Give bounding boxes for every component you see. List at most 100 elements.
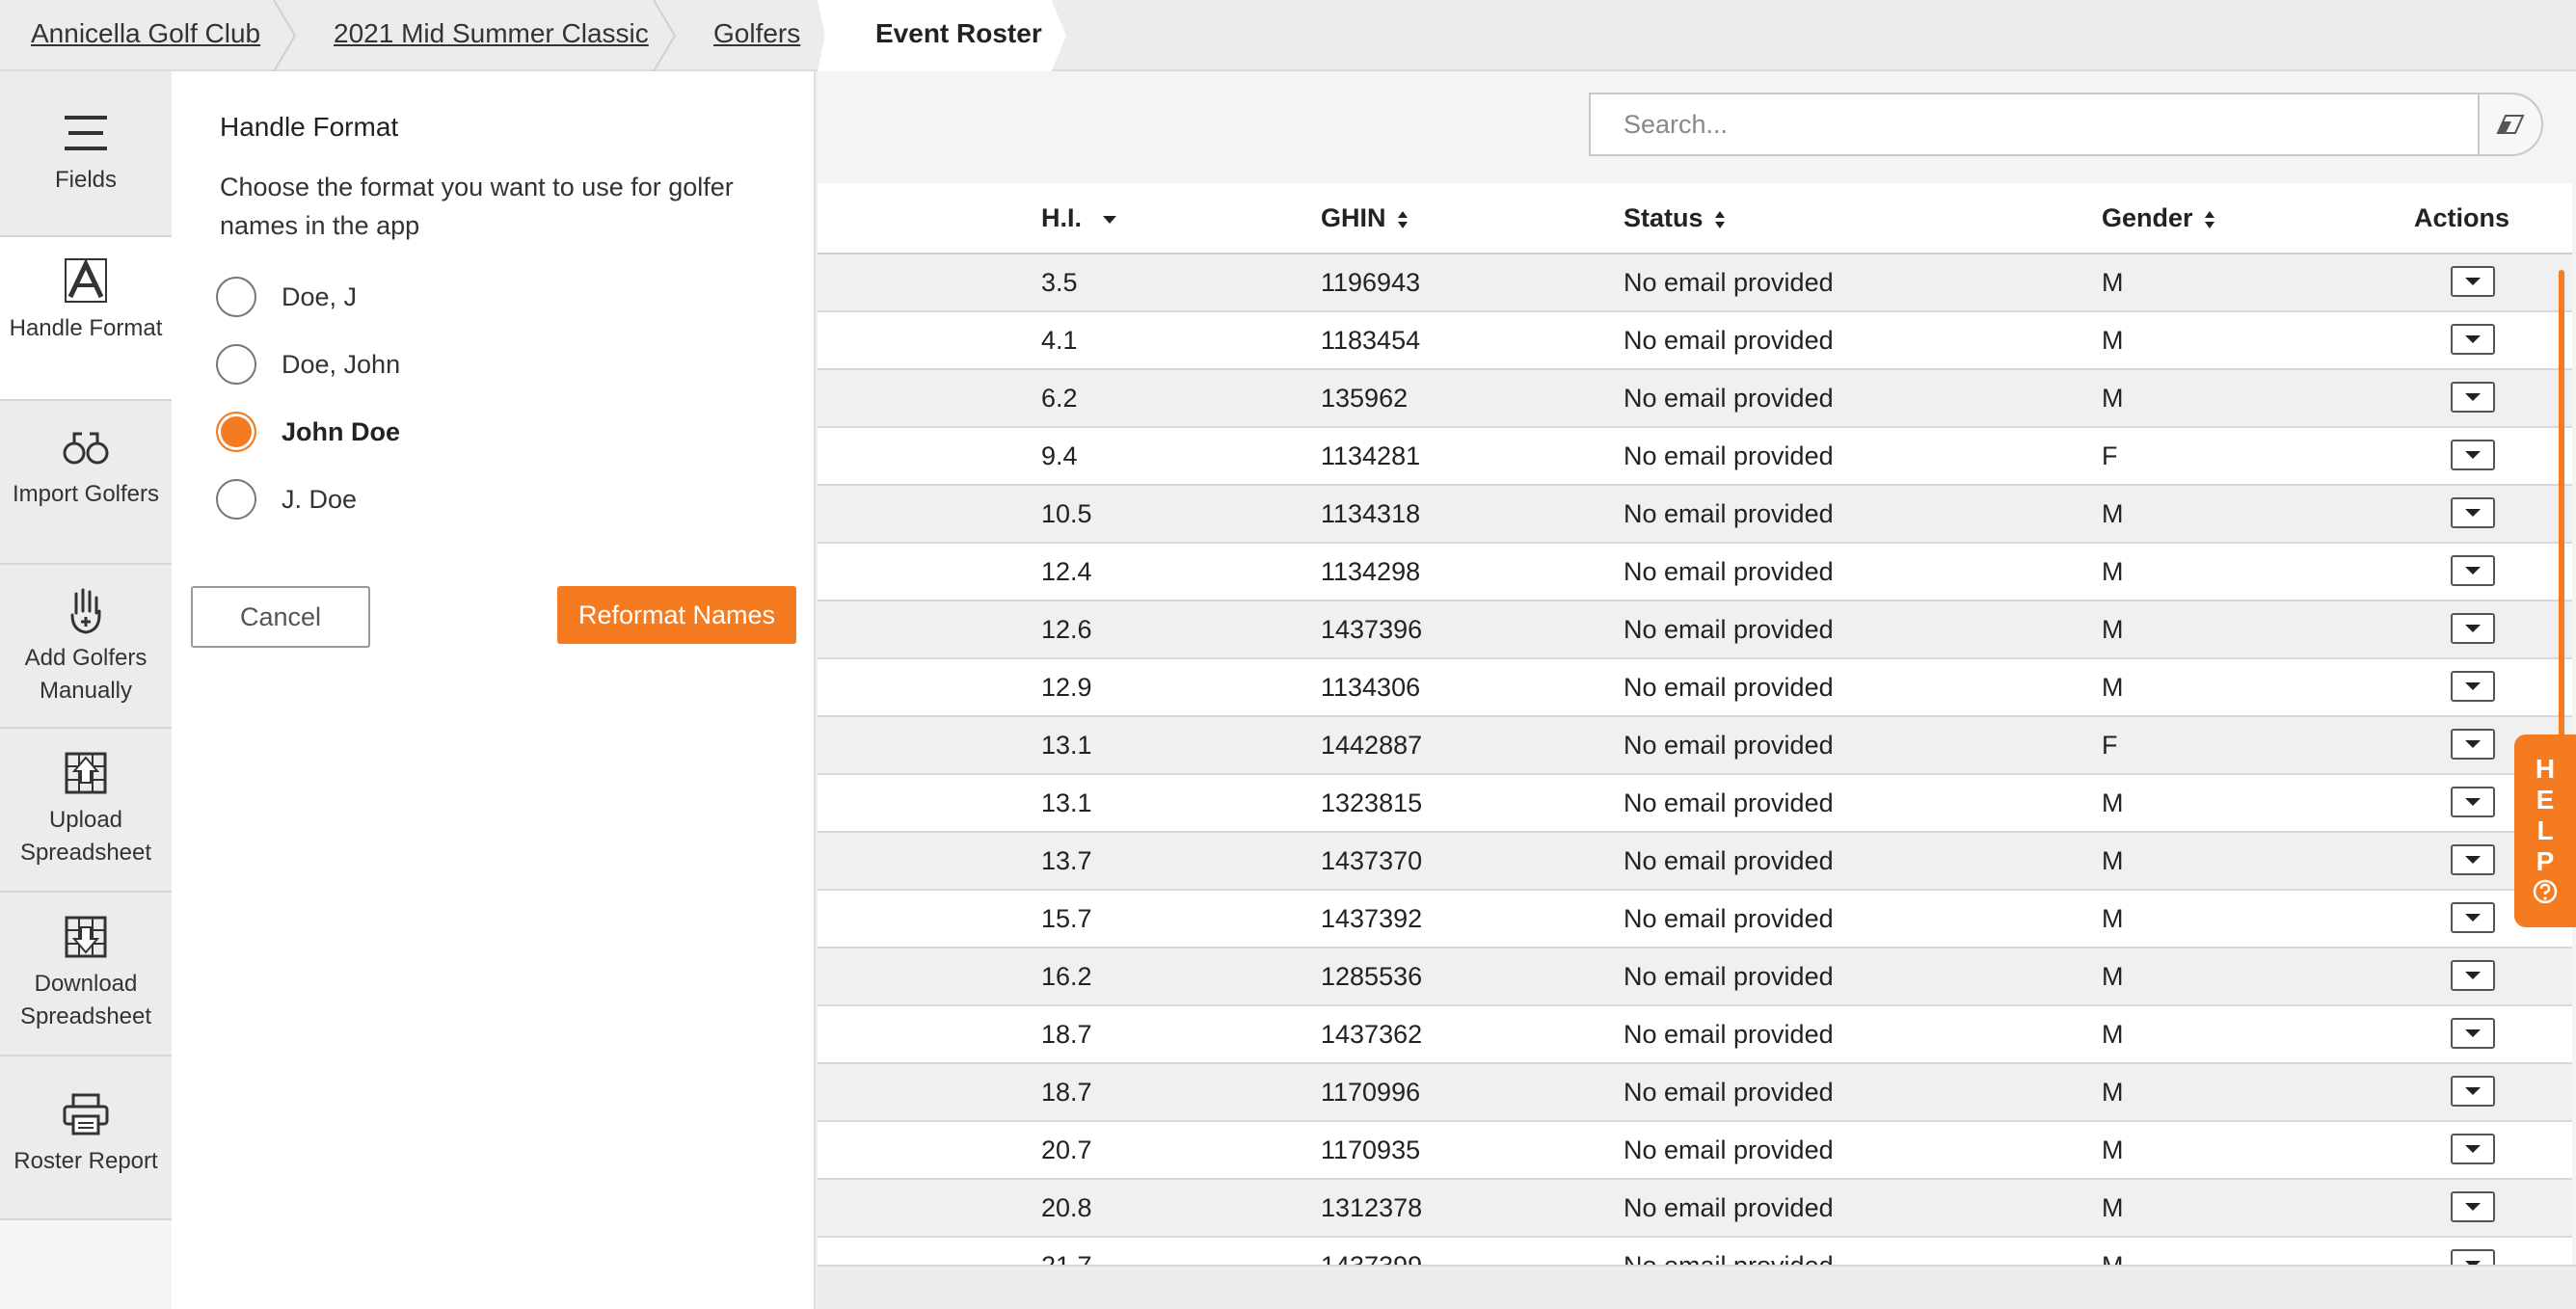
panel-title: Handle Format: [220, 112, 399, 142]
cell-gender: M: [2102, 962, 2124, 991]
cell-status: No email provided: [1623, 731, 1834, 760]
row-actions-dropdown[interactable]: [2451, 671, 2495, 702]
row-actions-dropdown[interactable]: [2451, 440, 2495, 470]
caret-down-icon: [2465, 451, 2481, 459]
cell-gender: M: [2102, 1193, 2124, 1222]
cell-status: No email provided: [1623, 1135, 1834, 1164]
row-actions-dropdown[interactable]: [2451, 1076, 2495, 1107]
sort-both-icon: [2205, 210, 2215, 228]
sidebar-item-handle-format[interactable]: Handle Format: [0, 237, 172, 401]
format-option-j-doe[interactable]: J. Doe: [216, 478, 357, 521]
sidebar-item-label: Roster Report: [13, 1148, 158, 1174]
sidebar-item-roster-report[interactable]: Roster Report: [0, 1056, 172, 1220]
caret-down-icon: [2465, 1145, 2481, 1153]
column-header-gender[interactable]: Gender: [2102, 183, 2215, 253]
column-header-ghin[interactable]: GHIN: [1321, 183, 1409, 253]
cell-status: No email provided: [1623, 1020, 1834, 1049]
caret-down-icon: [2465, 682, 2481, 690]
sidebar-item-label: Upload Spreadsheet: [19, 807, 152, 866]
table-row: 12.6 1437396 No email provided M: [818, 601, 2572, 659]
help-tab[interactable]: H E L P: [2514, 735, 2576, 927]
breadcrumb-event-link[interactable]: 2021 Mid Summer Classic: [334, 0, 649, 69]
sidebar-item-download-spreadsheet[interactable]: Download Spreadsheet: [0, 893, 172, 1056]
caret-down-icon: [2465, 625, 2481, 632]
caret-down-icon: [2465, 798, 2481, 806]
format-option-john-doe[interactable]: John Doe: [216, 411, 400, 453]
radio-button[interactable]: [216, 277, 256, 317]
cell-hi: 13.1: [1041, 731, 1092, 760]
cell-gender: M: [2102, 1020, 2124, 1049]
table-row: 13.7 1437370 No email provided M: [818, 833, 2572, 891]
panel-description: Choose the format you want to use for go…: [220, 173, 734, 240]
cell-hi: 12.9: [1041, 673, 1092, 702]
roster-main: H.I. GHIN Status Gender Actions 3.5 11969…: [818, 71, 2576, 1309]
search-input[interactable]: [1589, 93, 2480, 156]
caret-down-icon: [2465, 1029, 2481, 1037]
breadcrumb-current: Event Roster: [875, 18, 1042, 48]
caret-down-icon: [2465, 567, 2481, 574]
sort-both-icon: [1715, 210, 1726, 228]
cell-hi: 16.2: [1041, 962, 1092, 991]
cell-hi: 20.8: [1041, 1193, 1092, 1222]
table-row: 12.9 1134306 No email provided M: [818, 659, 2572, 717]
cancel-button[interactable]: Cancel: [191, 586, 370, 648]
cell-gender: M: [2102, 1078, 2124, 1107]
column-label: Status: [1623, 203, 1704, 232]
row-actions-dropdown[interactable]: [2451, 1191, 2495, 1222]
row-actions-dropdown[interactable]: [2451, 844, 2495, 875]
radio-button-selected[interactable]: [216, 412, 256, 452]
row-actions-dropdown[interactable]: [2451, 555, 2495, 586]
cell-hi: 9.4: [1041, 441, 1078, 470]
row-actions-dropdown[interactable]: [2451, 787, 2495, 817]
cell-status: No email provided: [1623, 326, 1834, 355]
menu-icon: [65, 116, 107, 150]
radio-button[interactable]: [216, 344, 256, 385]
radio-label: Doe, J: [282, 281, 358, 311]
eraser-icon: [2496, 115, 2525, 134]
breadcrumb-separator: [653, 0, 677, 71]
cell-ghin: 1183454: [1321, 326, 1421, 355]
table-header: H.I. GHIN Status Gender Actions: [818, 183, 2572, 254]
row-actions-dropdown[interactable]: [2451, 902, 2495, 933]
sidebar-item-upload-spreadsheet[interactable]: Upload Spreadsheet: [0, 729, 172, 893]
row-actions-dropdown[interactable]: [2451, 324, 2495, 355]
cell-status: No email provided: [1623, 615, 1834, 644]
reformat-names-button[interactable]: Reformat Names: [557, 586, 796, 644]
row-actions-dropdown[interactable]: [2451, 266, 2495, 297]
sidebar-item-add-golfers-manually[interactable]: Add Golfers Manually: [0, 565, 172, 729]
radio-label: J. Doe: [282, 484, 358, 514]
cell-ghin: 1196943: [1321, 268, 1421, 297]
row-actions-dropdown[interactable]: [2451, 613, 2495, 644]
cell-status: No email provided: [1623, 384, 1834, 413]
row-actions-dropdown[interactable]: [2451, 1018, 2495, 1049]
caret-down-icon: [2465, 740, 2481, 748]
cell-gender: M: [2102, 788, 2124, 817]
cell-hi: 4.1: [1041, 326, 1078, 355]
row-actions-dropdown[interactable]: [2451, 497, 2495, 528]
breadcrumb-golfers-link[interactable]: Golfers: [713, 0, 800, 69]
table-row: 13.1 1442887 No email provided F: [818, 717, 2572, 775]
column-header-status[interactable]: Status: [1623, 183, 1726, 253]
search-bar: [1589, 93, 2543, 156]
row-actions-dropdown[interactable]: [2451, 382, 2495, 413]
caret-down-icon: [2465, 972, 2481, 979]
column-label: H.I.: [1041, 203, 1083, 232]
cell-status: No email provided: [1623, 268, 1834, 297]
row-actions-dropdown[interactable]: [2451, 960, 2495, 991]
sidebar-item-fields[interactable]: Fields: [0, 71, 172, 237]
radio-button[interactable]: [216, 479, 256, 520]
format-option-doe-john[interactable]: Doe, John: [216, 343, 400, 386]
cell-status: No email provided: [1623, 441, 1834, 470]
sidebar-item-import-golfers[interactable]: Import Golfers: [0, 401, 172, 565]
breadcrumb-club-link[interactable]: Annicella Golf Club: [31, 0, 260, 69]
caret-down-icon: [2465, 509, 2481, 517]
import-golfers-icon: [63, 432, 109, 465]
clear-search-button[interactable]: [2478, 93, 2543, 156]
cell-gender: M: [2102, 499, 2124, 528]
row-actions-dropdown[interactable]: [2451, 729, 2495, 760]
cell-hi: 13.1: [1041, 788, 1092, 817]
cell-status: No email provided: [1623, 673, 1834, 702]
column-header-hi[interactable]: H.I.: [1041, 183, 1118, 253]
row-actions-dropdown[interactable]: [2451, 1134, 2495, 1164]
format-option-doe-j[interactable]: Doe, J: [216, 276, 357, 318]
